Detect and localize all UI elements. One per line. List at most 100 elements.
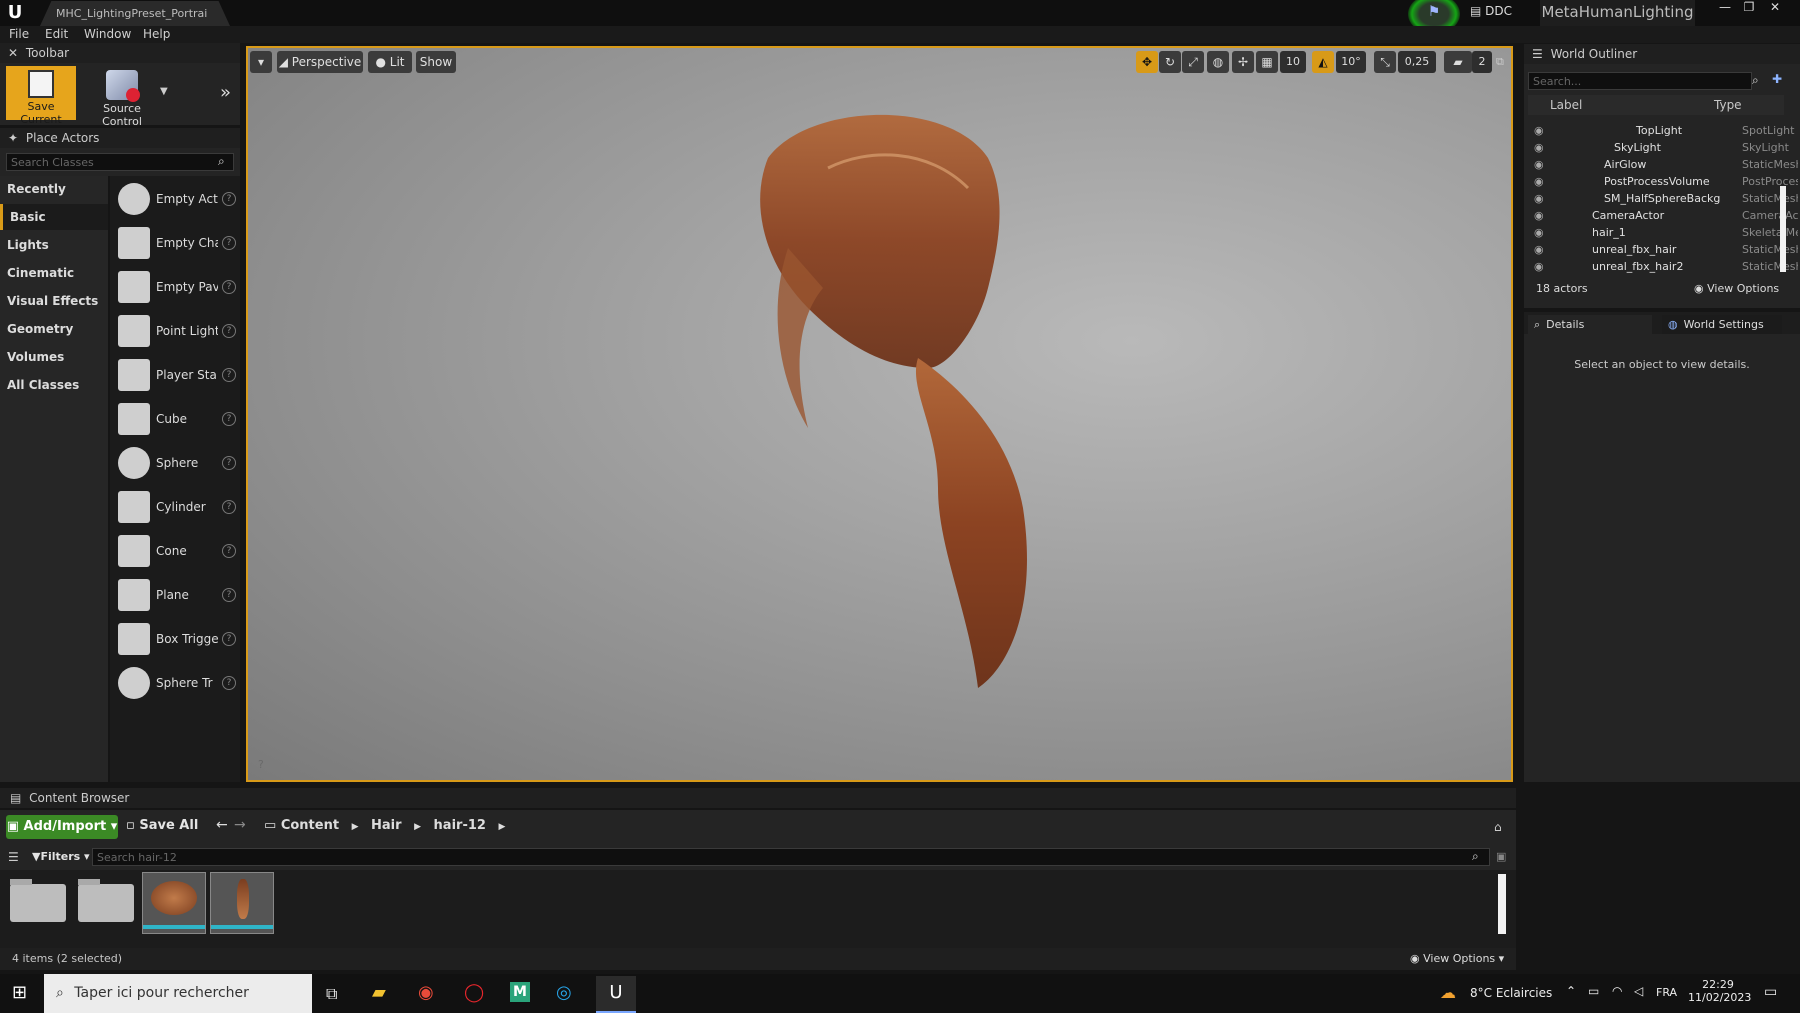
- outliner-row[interactable]: ◉ TopLight SpotLight: [1528, 122, 1794, 139]
- visibility-eye-icon[interactable]: ◉: [1534, 173, 1544, 190]
- lit-button[interactable]: ● Lit: [368, 51, 412, 73]
- actor-item[interactable]: Cylinder?: [114, 487, 236, 527]
- save-all-button[interactable]: ▫ Save All: [126, 818, 198, 833]
- visibility-eye-icon[interactable]: ◉: [1534, 224, 1544, 241]
- maya-icon[interactable]: M: [510, 982, 530, 1002]
- asset-tile-selected[interactable]: [210, 872, 274, 934]
- search-icon[interactable]: ⌕: [218, 154, 225, 169]
- actor-item[interactable]: Sphere?: [114, 443, 236, 483]
- camera-speed-icon[interactable]: ▰: [1444, 51, 1472, 73]
- category-volumes[interactable]: Volumes: [0, 344, 108, 370]
- outliner-row[interactable]: ◉ hair_1 SkeletalMesh: [1528, 224, 1798, 241]
- category-visual-effects[interactable]: Visual Effects: [0, 288, 108, 314]
- breadcrumb-hair[interactable]: Hair: [371, 818, 402, 833]
- opera-icon[interactable]: ◯: [464, 982, 484, 1003]
- grid-snap-value[interactable]: 10: [1280, 51, 1306, 73]
- actor-item[interactable]: Cone?: [114, 531, 236, 571]
- tab-world-settings[interactable]: ◍ World Settings: [1662, 315, 1782, 334]
- wifi-icon[interactable]: ◠: [1612, 984, 1622, 998]
- world-space-icon[interactable]: ◍: [1207, 51, 1229, 73]
- help-icon[interactable]: ?: [222, 500, 236, 514]
- breadcrumb-content[interactable]: Content: [281, 818, 339, 833]
- actor-item[interactable]: Cube?: [114, 399, 236, 439]
- help-icon[interactable]: ?: [222, 544, 236, 558]
- level-tab[interactable]: MHC_LightingPreset_Portrai: [40, 1, 230, 26]
- category-basic[interactable]: Basic: [0, 204, 108, 230]
- outliner-row[interactable]: ◉ unreal_fbx_hair StaticMeshAc: [1528, 241, 1798, 258]
- chrome-icon[interactable]: ◉: [418, 982, 434, 1003]
- viewport-options-button[interactable]: ▾: [250, 51, 272, 73]
- level-viewport[interactable]: ?: [246, 46, 1513, 782]
- chevron-up-icon[interactable]: ⌃: [1566, 984, 1576, 998]
- category-cinematic[interactable]: Cinematic: [0, 260, 108, 286]
- rotate-icon[interactable]: ↻: [1159, 51, 1181, 73]
- category-all-classes[interactable]: All Classes: [0, 372, 108, 398]
- sources-toggle-icon[interactable]: ☰: [8, 850, 19, 864]
- scale-snap-value[interactable]: 0,25: [1398, 51, 1436, 73]
- menu-window[interactable]: Window: [84, 26, 131, 43]
- tab-details[interactable]: ⌕ Details: [1528, 315, 1652, 334]
- content-scrollbar[interactable]: [1498, 874, 1506, 934]
- help-icon[interactable]: ?: [222, 412, 236, 426]
- show-button[interactable]: Show: [416, 51, 456, 73]
- minimize-button[interactable]: —: [1712, 0, 1738, 14]
- help-icon[interactable]: ?: [222, 192, 236, 206]
- ddc-indicator[interactable]: ▤ DDC: [1470, 4, 1516, 22]
- actor-item[interactable]: Player Sta?: [114, 355, 236, 395]
- search-classes-input[interactable]: Search Classes: [6, 153, 234, 171]
- breadcrumb-hair-12[interactable]: hair-12: [434, 818, 486, 833]
- outliner-search-input[interactable]: Search...: [1528, 72, 1752, 90]
- folder-tile[interactable]: [10, 879, 66, 922]
- language-indicator[interactable]: FRA: [1656, 986, 1677, 999]
- taskbar-clock[interactable]: 22:29 11/02/2023: [1688, 978, 1751, 1004]
- add-import-button[interactable]: ▣ Add/Import ▾: [6, 815, 118, 839]
- forward-arrow-icon[interactable]: →: [234, 817, 246, 833]
- camera-speed-value[interactable]: 2: [1472, 51, 1492, 73]
- content-view-options[interactable]: ◉ View Options ▾: [1410, 948, 1504, 970]
- viewport-info-icon[interactable]: ?: [258, 758, 264, 771]
- help-icon[interactable]: ?: [222, 588, 236, 602]
- taskbar-search[interactable]: ⌕ Taper ici pour rechercher: [44, 974, 312, 1013]
- help-icon[interactable]: ?: [222, 280, 236, 294]
- search-icon[interactable]: ⌕: [1472, 849, 1479, 864]
- outliner-view-options[interactable]: ◉ View Options: [1694, 282, 1779, 295]
- asset-tile-selected[interactable]: [142, 872, 206, 934]
- category-lights[interactable]: Lights: [0, 232, 108, 258]
- grid-snap-icon[interactable]: ▦: [1256, 51, 1278, 73]
- translate-icon[interactable]: ✥: [1136, 51, 1158, 73]
- cinema-app-icon[interactable]: ◎: [556, 982, 572, 1003]
- column-label[interactable]: Label: [1550, 98, 1582, 112]
- help-icon[interactable]: ?: [222, 632, 236, 646]
- help-icon[interactable]: ?: [222, 456, 236, 470]
- visibility-eye-icon[interactable]: ◉: [1534, 190, 1544, 207]
- help-icon[interactable]: ?: [222, 676, 236, 690]
- outliner-row[interactable]: ◉ SM_HalfSphereBackg StaticMeshAc: [1528, 190, 1798, 207]
- actor-item[interactable]: Box Trigge?: [114, 619, 236, 659]
- maximize-button[interactable]: ❐: [1736, 0, 1762, 14]
- visibility-eye-icon[interactable]: ◉: [1534, 156, 1544, 173]
- category-geometry[interactable]: Geometry: [0, 316, 108, 342]
- category-recently-placed[interactable]: Recently Placed: [0, 176, 108, 222]
- visibility-eye-icon[interactable]: ◉: [1534, 258, 1544, 275]
- add-filter-icon[interactable]: ✚: [1772, 72, 1782, 86]
- menu-help[interactable]: Help: [143, 26, 170, 43]
- actor-item[interactable]: Plane?: [114, 575, 236, 615]
- help-icon[interactable]: ?: [222, 324, 236, 338]
- scale-icon[interactable]: ⤢: [1182, 51, 1204, 73]
- save-search-icon[interactable]: ▣: [1496, 850, 1506, 863]
- close-button[interactable]: ✕: [1762, 0, 1788, 14]
- outliner-row[interactable]: ◉ SkyLight SkyLight: [1528, 139, 1789, 156]
- flag-icon[interactable]: ⚑: [1424, 4, 1444, 22]
- help-icon[interactable]: ?: [222, 368, 236, 382]
- file-explorer-icon[interactable]: ▰: [372, 982, 386, 1003]
- surface-snap-icon[interactable]: ✢: [1232, 51, 1254, 73]
- volume-icon[interactable]: ◁: [1634, 984, 1643, 998]
- expand-toolbar-icon[interactable]: »: [220, 82, 231, 103]
- back-arrow-icon[interactable]: ←: [216, 817, 228, 833]
- outliner-row[interactable]: ◉ unreal_fbx_hair2 StaticMeshAc: [1528, 258, 1798, 275]
- visibility-eye-icon[interactable]: ◉: [1534, 139, 1544, 156]
- help-icon[interactable]: ?: [222, 236, 236, 250]
- outliner-row[interactable]: ◉ AirGlow StaticMeshAc: [1528, 156, 1798, 173]
- weather-text[interactable]: 8°C Eclaircies: [1470, 986, 1552, 1000]
- outliner-row[interactable]: ◉ PostProcessVolume PostProcess\: [1528, 173, 1798, 190]
